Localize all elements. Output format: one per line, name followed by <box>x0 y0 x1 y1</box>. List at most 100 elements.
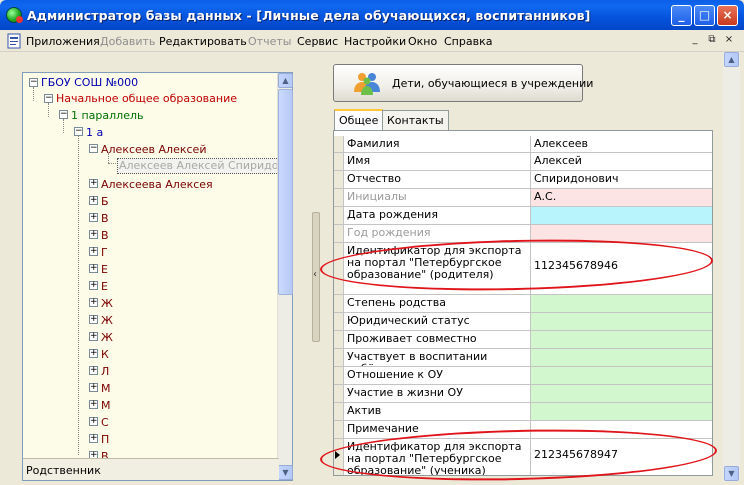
field-value[interactable] <box>531 331 712 348</box>
row-header[interactable] <box>334 225 344 242</box>
tree-student[interactable]: Е <box>101 280 108 294</box>
window-scrollbar[interactable]: ▲ ▼ <box>723 52 740 481</box>
tree-student[interactable]: К <box>101 348 109 362</box>
menu-service[interactable]: Сервис <box>297 35 338 48</box>
expand-toggle[interactable]: + <box>89 247 98 256</box>
menu-add[interactable]: Добавить <box>100 35 155 48</box>
tree-student[interactable]: М <box>101 382 111 396</box>
grid-row: Отчество Спиридонович <box>334 171 712 189</box>
maximize-button[interactable]: □ <box>694 5 715 26</box>
expand-toggle[interactable]: + <box>89 366 98 375</box>
tree-student[interactable]: С <box>101 416 109 430</box>
expand-toggle[interactable]: + <box>89 298 98 307</box>
field-value[interactable] <box>531 295 712 312</box>
field-value[interactable] <box>531 385 712 402</box>
expand-toggle[interactable]: − <box>59 110 68 119</box>
tree-student[interactable]: Ж <box>101 331 113 345</box>
menu-edit[interactable]: Редактировать <box>159 35 247 48</box>
field-value[interactable] <box>531 403 712 420</box>
scroll-up-button[interactable]: ▲ <box>724 52 739 67</box>
title-bar[interactable]: Администратор базы данных - [Личные дела… <box>0 0 744 30</box>
tree-student[interactable]: Ж <box>101 297 113 311</box>
field-value[interactable]: А.С. <box>531 189 712 206</box>
scroll-up-button[interactable]: ▲ <box>278 73 293 88</box>
field-value[interactable] <box>531 313 712 330</box>
row-header[interactable] <box>334 421 344 438</box>
row-header[interactable] <box>334 136 344 152</box>
grid-row: Участвует в воспитании ребёнка <box>334 349 712 367</box>
row-header[interactable] <box>334 367 344 384</box>
expand-toggle[interactable]: + <box>89 196 98 205</box>
expand-toggle[interactable]: + <box>89 417 98 426</box>
menu-window[interactable]: Окно <box>408 35 437 48</box>
expand-toggle[interactable]: − <box>89 144 98 153</box>
tree-student[interactable]: Л <box>101 365 109 379</box>
scroll-down-button[interactable]: ▼ <box>278 465 293 480</box>
tree-student[interactable]: Алексеева Алексея <box>101 178 213 192</box>
expand-toggle[interactable]: + <box>89 230 98 239</box>
mdi-close-button[interactable]: × <box>722 34 736 47</box>
tree-student[interactable]: В <box>101 212 109 226</box>
pane-splitter[interactable]: ‹ <box>312 212 320 342</box>
row-header[interactable] <box>334 207 344 224</box>
tab-contacts[interactable]: Контакты <box>382 110 449 130</box>
menu-help[interactable]: Справка <box>444 35 492 48</box>
field-value[interactable]: Алексей <box>531 153 712 170</box>
expand-toggle[interactable]: + <box>89 349 98 358</box>
app-window: Администратор базы данных - [Личные дела… <box>0 0 744 485</box>
row-header[interactable] <box>334 349 344 366</box>
expand-toggle[interactable]: + <box>89 264 98 273</box>
row-header[interactable] <box>334 153 344 170</box>
tree-relative-selected[interactable]: Алексеев Алексей Спиридонович <box>117 158 279 174</box>
expand-toggle[interactable]: + <box>89 383 98 392</box>
tree-student[interactable]: П <box>101 433 109 447</box>
tree-student[interactable]: Е <box>101 263 108 277</box>
expand-toggle[interactable]: + <box>89 213 98 222</box>
tree-scrollbar[interactable]: ▲ ▼ <box>277 73 293 480</box>
expand-toggle[interactable]: + <box>89 434 98 443</box>
field-label: Инициалы <box>344 189 531 206</box>
expand-toggle[interactable]: − <box>44 94 53 103</box>
tree-student[interactable]: Б <box>101 195 109 209</box>
close-button[interactable]: × <box>717 5 738 26</box>
tree-class[interactable]: 1 а <box>86 126 103 140</box>
tab-general[interactable]: Общее <box>334 109 384 130</box>
row-header[interactable] <box>334 331 344 348</box>
field-value[interactable]: Спиридонович <box>531 171 712 188</box>
tree-root[interactable]: ГБОУ СОШ №000 <box>41 76 138 90</box>
expand-toggle[interactable]: + <box>89 332 98 341</box>
menu-reports[interactable]: Отчеты <box>248 35 291 48</box>
expand-toggle[interactable]: + <box>89 281 98 290</box>
field-value[interactable]: Алексеев <box>531 136 712 152</box>
tree-parallel[interactable]: 1 параллель <box>71 109 144 123</box>
tree-level[interactable]: Начальное общее образование <box>56 92 237 106</box>
scroll-down-button[interactable]: ▼ <box>724 466 739 481</box>
row-header[interactable] <box>334 189 344 206</box>
row-header[interactable] <box>334 313 344 330</box>
expand-toggle[interactable]: − <box>29 78 38 87</box>
expand-toggle[interactable]: + <box>89 179 98 188</box>
expand-toggle[interactable]: + <box>89 315 98 324</box>
row-header[interactable] <box>334 385 344 402</box>
row-header[interactable] <box>334 171 344 188</box>
tree-student-open[interactable]: Алексеев Алексей <box>101 143 206 157</box>
field-value[interactable] <box>531 349 712 366</box>
children-in-school-button[interactable]: Дети, обучающиеся в учреждении <box>333 64 593 102</box>
minimize-button[interactable]: _ <box>671 5 692 26</box>
mdi-minimize-button[interactable]: _ <box>688 34 702 47</box>
collapse-arrow-icon[interactable]: ‹ <box>313 269 317 280</box>
field-value[interactable] <box>531 207 712 224</box>
row-header[interactable] <box>334 295 344 312</box>
tree-student[interactable]: В <box>101 229 109 243</box>
mdi-restore-button[interactable]: ⧉ <box>705 34 719 47</box>
expand-toggle[interactable]: + <box>89 400 98 409</box>
field-value[interactable] <box>531 367 712 384</box>
menu-settings[interactable]: Настройки <box>344 35 406 48</box>
tree-student[interactable]: М <box>101 399 111 413</box>
scroll-thumb[interactable] <box>278 89 293 295</box>
row-header[interactable] <box>334 403 344 420</box>
tree-student[interactable]: Ж <box>101 314 113 328</box>
expand-toggle[interactable]: − <box>74 127 83 136</box>
menu-applications[interactable]: Приложения <box>26 35 100 48</box>
tree-student[interactable]: Г <box>101 246 108 260</box>
